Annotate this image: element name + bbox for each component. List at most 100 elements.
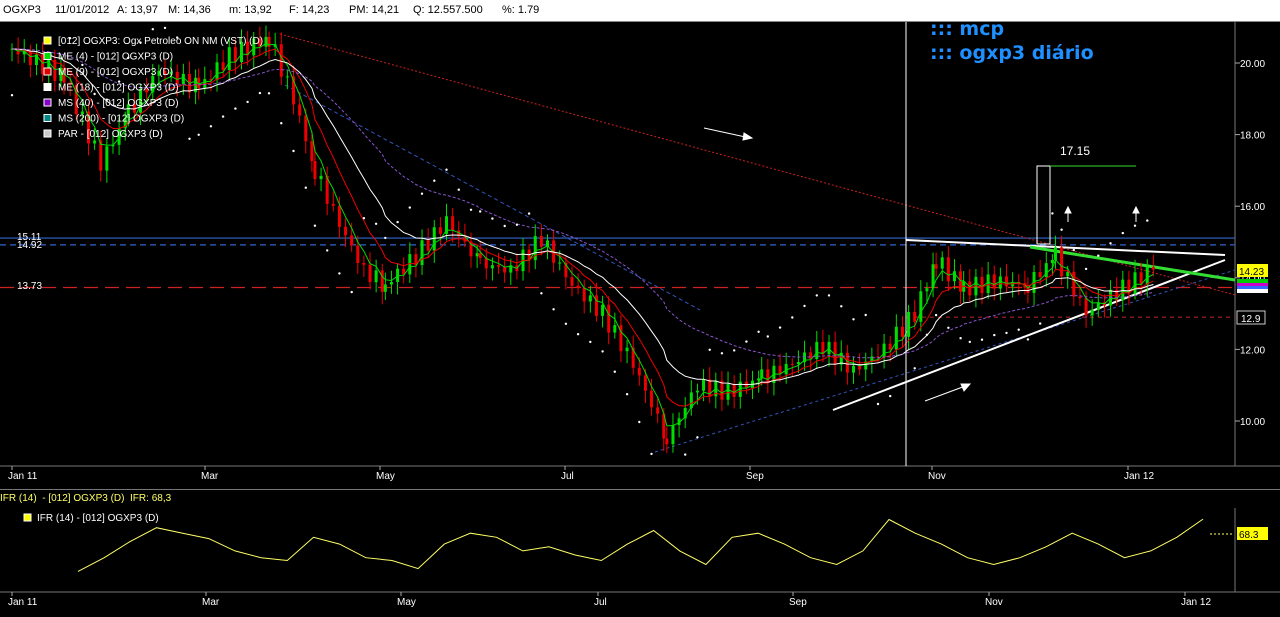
par-dot — [503, 224, 506, 228]
candle — [181, 63, 185, 95]
candle — [900, 316, 904, 348]
candle — [10, 43, 14, 62]
candle — [362, 255, 366, 277]
candle-body — [940, 257, 944, 269]
date-tick-label: Mar — [201, 471, 219, 482]
candle-body — [643, 375, 647, 391]
candle-body — [490, 265, 494, 269]
candle — [331, 191, 335, 212]
par-dot — [292, 149, 295, 153]
candle-body — [986, 274, 990, 294]
legend-item: MS (40) - [012] OGXP3 (D) — [43, 98, 179, 109]
candle-body — [285, 76, 289, 78]
candle-body — [637, 367, 641, 376]
candle-body — [784, 363, 788, 375]
candle-body — [665, 438, 669, 445]
candle-body — [959, 271, 963, 292]
candle-body — [625, 347, 629, 352]
par-dot — [934, 313, 938, 317]
par-dot — [815, 294, 818, 297]
candle — [683, 397, 687, 429]
arrow-up-right-icon — [924, 384, 969, 402]
candle-body — [215, 62, 219, 80]
candle — [576, 273, 580, 295]
candle-body — [992, 274, 996, 289]
legend-label: ME (9) - [012] OGXP3 (D) — [58, 67, 173, 78]
legend-item: PAR - [012] OGXP3 (D) — [43, 129, 163, 140]
candle-body — [503, 266, 507, 273]
ifr-panel — [77, 518, 1233, 572]
candle-body — [601, 304, 605, 316]
par-dot — [638, 420, 641, 424]
price-tick-label: 20.00 — [1240, 59, 1265, 70]
candle — [665, 427, 669, 454]
ma40-swatch — [1237, 283, 1268, 286]
ifr-date-tick-label: Nov — [985, 597, 1003, 608]
legend-item: ME (9) - [012] OGXP3 (D) — [43, 67, 173, 78]
par-dot — [197, 133, 200, 136]
candle — [601, 295, 605, 328]
candle-body — [1133, 272, 1137, 294]
par-dot — [163, 26, 167, 30]
ifr-line — [77, 518, 1204, 572]
par-dot — [757, 330, 760, 333]
candle-body — [1050, 259, 1054, 264]
candle — [946, 246, 950, 291]
par-dot — [362, 217, 366, 220]
price-tick-label: 16.00 — [1240, 202, 1265, 213]
candle-body — [702, 379, 706, 391]
candle-body — [790, 363, 794, 365]
candle-body — [389, 281, 393, 285]
par-dot — [479, 210, 482, 213]
candle — [677, 412, 681, 438]
par-dot — [151, 28, 154, 31]
par-dot — [925, 333, 929, 336]
candle — [582, 279, 586, 314]
legend-label: [012] OGXP3: Ogx Petroleo ON NM (VST) (D… — [58, 36, 263, 47]
par-dot — [420, 192, 424, 195]
candle — [457, 221, 461, 248]
candle-body — [588, 295, 592, 302]
par-dot — [980, 338, 984, 341]
candle-body — [344, 226, 348, 236]
par-dot — [1039, 322, 1042, 325]
candle-body — [576, 285, 580, 288]
price-chart[interactable]: 20.0018.0016.0014.0012.0010.00 Jan 11Mar… — [0, 0, 1280, 617]
candle-body — [298, 104, 302, 116]
candle — [714, 372, 718, 409]
candle — [420, 229, 424, 275]
legend-swatch — [43, 114, 52, 122]
par-dot — [10, 94, 14, 97]
candle — [203, 66, 207, 94]
par-dot — [445, 168, 448, 171]
candle-body — [105, 146, 109, 171]
candle — [631, 335, 635, 375]
candle-body — [952, 271, 956, 282]
triangle-support-line — [832, 259, 1226, 411]
par-dot — [650, 452, 653, 456]
par-dot — [515, 223, 519, 226]
candle — [815, 330, 819, 369]
candle — [533, 224, 537, 270]
ifr-date-tick-label: May — [397, 597, 416, 608]
par-dot — [384, 236, 387, 240]
legend-item: MS (200) - [012] OGXP3 (D) — [43, 114, 184, 125]
par-dot — [1084, 267, 1088, 271]
candle-body — [913, 311, 917, 322]
par-dot — [889, 394, 892, 398]
legend-swatch — [43, 98, 52, 107]
candle-body — [1090, 309, 1094, 316]
level-1373-label: 13.73 — [17, 281, 42, 292]
candle — [760, 357, 764, 386]
par-dot — [457, 188, 460, 191]
candle-body — [907, 311, 911, 337]
candle — [882, 333, 886, 369]
candle-body — [331, 203, 335, 206]
price-tick-label: 10.00 — [1240, 417, 1265, 428]
ifr-title: IFR (14) - [012] OGXP3 (D) IFR: 68,3 — [0, 493, 172, 504]
candle-body — [858, 365, 862, 370]
target-box — [1036, 165, 1051, 245]
candle — [389, 270, 393, 294]
ifr-title-bar: IFR (14) - [012] OGXP3 (D) IFR: 68,3 — [0, 489, 1280, 508]
par-dot — [1060, 228, 1063, 231]
